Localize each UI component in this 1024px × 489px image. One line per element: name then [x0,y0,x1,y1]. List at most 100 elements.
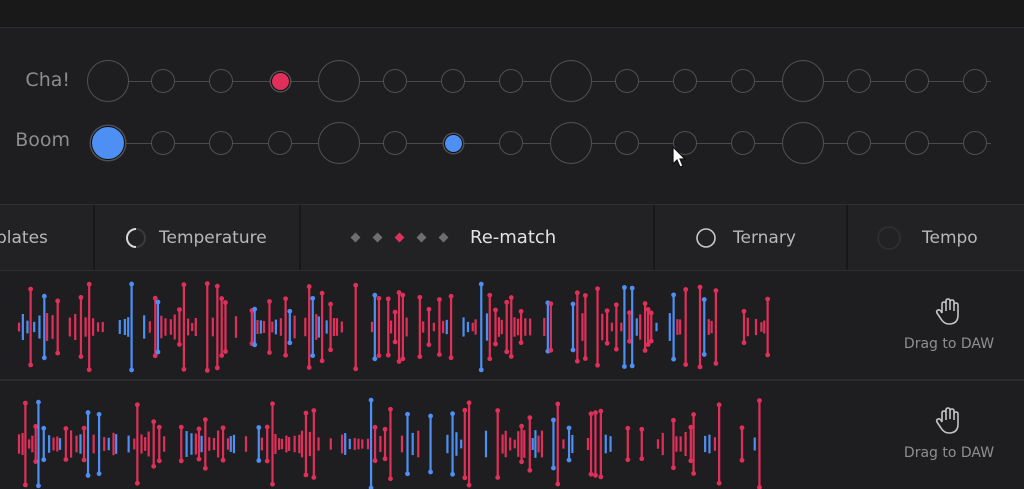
tab-re-match[interactable]: Re-match [301,205,653,270]
note-dot [639,426,645,432]
note-dot [642,301,648,306]
note-dot [683,287,689,292]
note-dot [41,457,47,463]
step-boom-7[interactable] [443,133,463,153]
note-dot [41,293,47,299]
note-dot [598,474,604,480]
step-cha-13[interactable] [782,60,824,102]
step-cha-15[interactable] [905,69,929,93]
step-boom-16[interactable] [963,131,987,155]
note-dot [648,338,654,344]
step-boom-4[interactable] [268,131,292,155]
note-dot [466,400,472,406]
note-dot [372,424,378,430]
note-dot [36,399,41,405]
step-cha-4[interactable] [270,71,290,91]
slider-dot-4[interactable] [416,232,427,243]
tab-re-match-label: Re-match [470,227,557,248]
note-dot [223,300,228,305]
step-boom-14[interactable] [847,131,871,155]
slider-dot-2[interactable] [372,232,383,243]
drag-to-daw-button-2[interactable]: Drag to DAW [879,407,1019,461]
note-dot [28,286,34,292]
step-cha-3[interactable] [209,69,233,93]
note-dot [437,297,442,302]
tab-temperature[interactable]: Temperature [95,205,299,270]
note-dot [41,355,47,361]
clip-row-2[interactable]: Drag to DAW [0,381,1024,489]
step-boom-10[interactable] [615,131,639,155]
note-dot [55,350,61,356]
note-dot [716,402,722,408]
clip-pattern-2[interactable] [0,381,800,489]
note-dot [593,472,598,478]
note-dot [639,456,645,462]
step-boom-12[interactable] [731,131,755,155]
step-cha-16[interactable] [963,69,987,93]
note-dot [310,295,316,301]
note-dot [353,366,359,372]
step-boom-2[interactable] [151,131,175,155]
step-boom-3[interactable] [209,131,233,155]
note-dot [319,358,325,364]
tab-tempo[interactable]: Tempo [848,205,1024,270]
note-dot [311,408,317,413]
note-dot [613,346,619,352]
note-dot [504,349,510,355]
step-cha-8[interactable] [499,69,523,93]
tab-ternary[interactable]: Ternary [655,205,846,270]
note-dot [22,482,28,488]
note-dot [642,348,648,353]
note-dot [264,424,270,430]
step-boom-8[interactable] [499,131,523,155]
step-cha-9[interactable] [550,60,592,102]
step-cha-2[interactable] [151,69,175,93]
note-dot [85,473,91,478]
note-dot [448,293,454,299]
note-dot [448,355,454,361]
note-dot [417,294,423,300]
note-dot [303,410,309,416]
step-cha-7[interactable] [441,69,465,93]
clip-row-1[interactable]: Drag to DAW [0,271,1024,379]
step-cha-6[interactable] [383,69,407,93]
step-boom-6[interactable] [383,131,407,155]
note-dot [372,292,378,298]
note-dot [495,408,501,413]
step-cha-11[interactable] [673,69,697,93]
note-dot [713,288,719,294]
slider-dot-3-active[interactable] [394,232,405,243]
step-cha-12[interactable] [731,69,755,93]
step-boom-5[interactable] [318,122,360,164]
note-dot [181,282,187,288]
step-cha-10[interactable] [615,69,639,93]
note-dot [495,475,501,480]
note-dot [256,425,262,430]
note-dot [219,353,225,358]
note-dot [598,408,604,414]
note-dot [156,424,162,430]
step-boom-1[interactable] [91,126,125,160]
note-dot [283,296,288,302]
note-dot [283,352,288,358]
note-dot [78,295,84,300]
clip-pattern-1[interactable] [0,271,800,379]
step-boom-13[interactable] [782,122,824,164]
drag-to-daw-button-1[interactable]: Drag to DAW [879,298,1019,352]
note-dot [428,469,433,475]
step-cha-5[interactable] [318,60,360,102]
note-dot [716,480,722,486]
tab-templates[interactable]: plates [0,205,93,270]
slider-dot-1[interactable] [350,232,361,243]
note-dot [566,457,572,463]
note-dot [270,481,275,487]
step-cha-1[interactable] [87,60,129,102]
note-dot [86,367,92,373]
note-dot [582,293,588,298]
step-cha-14[interactable] [847,69,871,93]
note-dot [548,301,554,307]
note-dot [595,286,600,292]
slider-dot-5[interactable] [438,232,449,243]
step-boom-9[interactable] [550,122,592,164]
step-boom-15[interactable] [905,131,929,155]
